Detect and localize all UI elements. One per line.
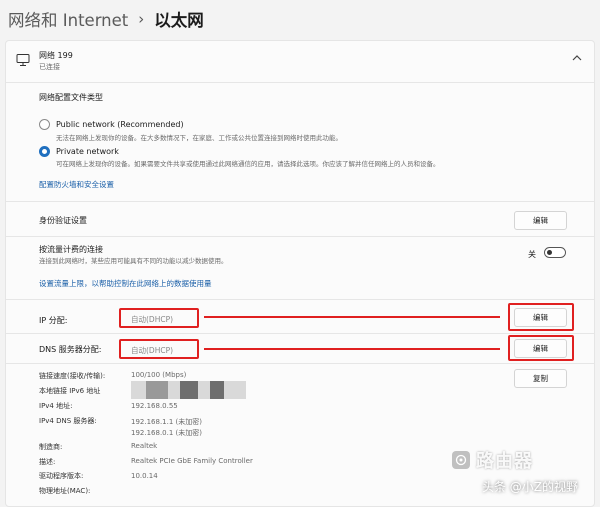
network-status: 已连接 — [39, 63, 60, 71]
dns-assignment-value: 自动(DHCP) — [131, 346, 174, 355]
private-network-radio[interactable] — [39, 146, 50, 157]
dns-server-2: 192.168.0.1 (未加密) — [131, 429, 202, 437]
network-card: 网络 199 已连接 网络配置文件类型 Public network (Reco… — [5, 40, 595, 507]
ip-edit-button[interactable]: 编辑 — [514, 308, 567, 327]
divider — [6, 201, 594, 202]
dns-edit-button[interactable]: 编辑 — [514, 339, 567, 358]
router-logo-icon — [452, 451, 470, 469]
dns-assignment-label: DNS 服务器分配: — [39, 345, 102, 354]
ipv6-label: 本地链接 IPv6 地址 — [39, 387, 101, 395]
maker-label: 制造商: — [39, 443, 63, 451]
divider — [6, 299, 594, 300]
description-label: 描述: — [39, 458, 56, 466]
ip-assignment-value: 自动(DHCP) — [131, 315, 174, 324]
annotation-line — [204, 348, 500, 350]
private-network-desc: 可在网络上发现你的设备。如果需要文件共享或使用通过此网络通信的应用，请选择此选项… — [56, 160, 440, 168]
divider — [6, 363, 594, 364]
breadcrumb-parent[interactable]: 网络和 Internet — [8, 7, 128, 31]
ip-assignment-label: IP 分配: — [39, 316, 68, 325]
mac-address-label: 物理地址(MAC): — [39, 487, 91, 495]
metered-connection-label: 按流量计费的连接 — [39, 245, 103, 254]
chevron-up-icon[interactable] — [572, 54, 582, 65]
annotation-line — [204, 316, 500, 318]
breadcrumb-chevron-icon: › — [138, 10, 145, 28]
public-network-radio[interactable] — [39, 119, 50, 130]
dns-server-1: 192.168.1.1 (未加密) — [131, 418, 202, 426]
data-limit-link[interactable]: 设置流量上限，以帮助控制在此网络上的数据使用量 — [39, 278, 212, 289]
private-network-title: Private network — [56, 147, 119, 156]
auth-settings-label: 身份验证设置 — [39, 216, 87, 225]
firewall-settings-link[interactable]: 配置防火墙和安全设置 — [39, 179, 114, 190]
driver-version-value: 10.0.14 — [131, 472, 158, 480]
link-speed-label: 链接速度(接收/传输): — [39, 372, 106, 380]
ipv4-value: 192.168.0.55 — [131, 402, 178, 410]
metered-connection-desc: 连接到此网络时，某些应用可能具有不同的功能以减少数据使用。 — [39, 257, 228, 265]
watermark-credit: 头条 @小Z的视野 — [481, 480, 578, 494]
divider — [6, 236, 594, 237]
public-network-title: Public network (Recommended) — [56, 120, 184, 129]
description-value: Realtek PCIe GbE Family Controller — [131, 457, 253, 465]
toggle-state-label: 关 — [528, 250, 536, 259]
monitor-icon — [16, 54, 30, 66]
network-header[interactable]: 网络 199 已连接 — [6, 41, 594, 83]
driver-version-label: 驱动程序版本: — [39, 472, 84, 480]
maker-value: Realtek — [131, 442, 158, 450]
divider — [6, 333, 594, 334]
public-network-desc: 无法在网络上发现你的设备。在大多数情况下，在家庭、工作或公共位置连接到网络时使用… — [56, 134, 342, 142]
network-name: 网络 199 — [39, 51, 73, 60]
link-speed-value: 100/100 (Mbps) — [131, 371, 187, 379]
breadcrumb: 网络和 Internet › 以太网 — [8, 6, 204, 32]
ipv4-label: IPv4 地址: — [39, 402, 73, 410]
redacted-ipv6 — [131, 381, 246, 399]
metered-toggle[interactable] — [544, 247, 566, 258]
toggle-knob — [547, 250, 552, 255]
page-title: 以太网 — [154, 11, 204, 30]
watermark-logo-text: 路由器 — [476, 451, 533, 472]
copy-button[interactable]: 复制 — [514, 369, 567, 388]
profile-heading: 网络配置文件类型 — [39, 93, 103, 102]
watermark-logo: 路由器 — [452, 449, 582, 472]
auth-edit-button[interactable]: 编辑 — [514, 211, 567, 230]
dns-servers-label: IPv4 DNS 服务器: — [39, 417, 97, 425]
